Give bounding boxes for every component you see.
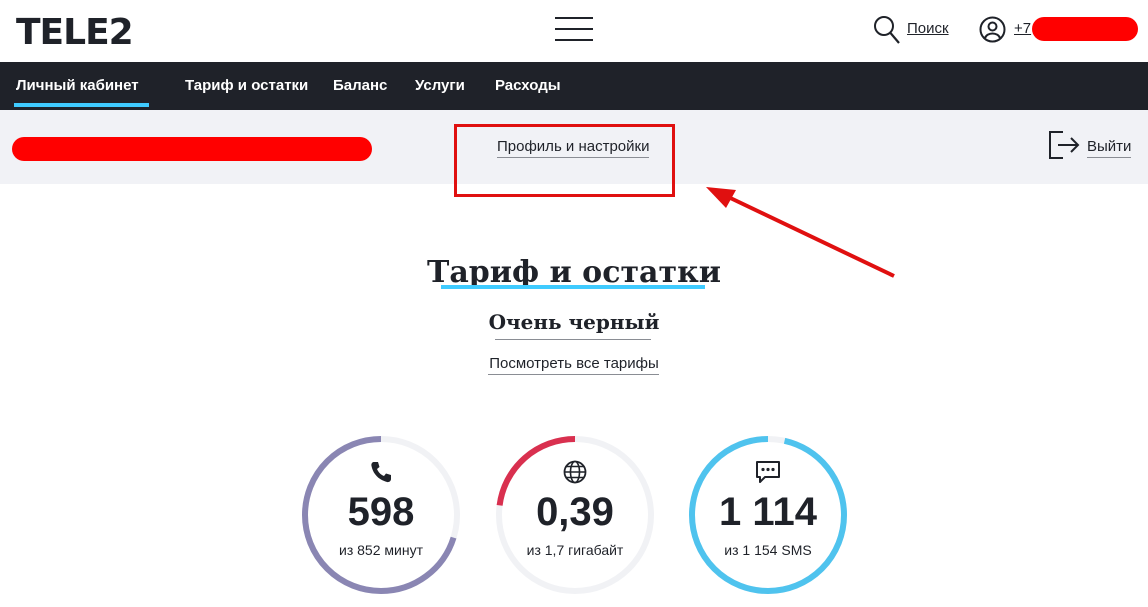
tariff-name-underline: [495, 339, 651, 340]
all-tariffs-underline: [488, 374, 659, 375]
minutes-label: из 852 минут: [339, 542, 423, 558]
hamburger-menu-icon[interactable]: [555, 17, 593, 41]
nav-item-tariff[interactable]: Тариф и остатки: [185, 77, 308, 94]
sms-value: 1 114: [719, 490, 817, 534]
title-underline: [441, 285, 705, 289]
header: TELE2 Поиск +7: [0, 0, 1148, 62]
chat-icon: [756, 461, 780, 483]
nav-item-expenses[interactable]: Расходы: [495, 77, 561, 94]
nav-item-services[interactable]: Услуги: [415, 77, 465, 94]
globe-icon: [563, 460, 587, 484]
internet-remaining-gauge[interactable]: 0,39 из 1,7 гигабайт: [495, 435, 655, 595]
phone-icon: [371, 462, 391, 483]
tele2-logo[interactable]: TELE2: [16, 14, 134, 52]
nav-item-balance[interactable]: Баланс: [333, 77, 387, 94]
logout-link[interactable]: Выйти: [1087, 138, 1132, 158]
tariff-name[interactable]: Очень черный: [0, 310, 1148, 334]
nav-item-personal-account[interactable]: Личный кабинет: [16, 77, 139, 94]
minutes-value: 598: [347, 490, 415, 534]
sms-remaining-gauge[interactable]: 1 114 из 1 154 SMS: [688, 435, 848, 595]
annotation-highlight-box: [454, 124, 675, 197]
search-icon[interactable]: [873, 15, 901, 45]
redaction-name: [12, 137, 372, 161]
minutes-remaining-gauge[interactable]: 598 из 852 минут: [301, 435, 461, 595]
redaction-phone: [1032, 17, 1138, 41]
nav-active-indicator: [14, 103, 149, 107]
internet-value: 0,39: [536, 490, 614, 534]
all-tariffs-link[interactable]: Посмотреть все тарифы: [0, 355, 1148, 372]
main-nav: Личный кабинет Тариф и остатки Баланс Ус…: [0, 62, 1148, 110]
internet-label: из 1,7 гигабайт: [526, 542, 624, 558]
search-link[interactable]: Поиск: [907, 20, 949, 37]
logout-icon[interactable]: [1046, 128, 1080, 162]
user-icon[interactable]: [979, 16, 1006, 43]
sms-label: из 1 154 SMS: [724, 542, 812, 558]
account-phone-link[interactable]: +7: [1014, 20, 1031, 37]
